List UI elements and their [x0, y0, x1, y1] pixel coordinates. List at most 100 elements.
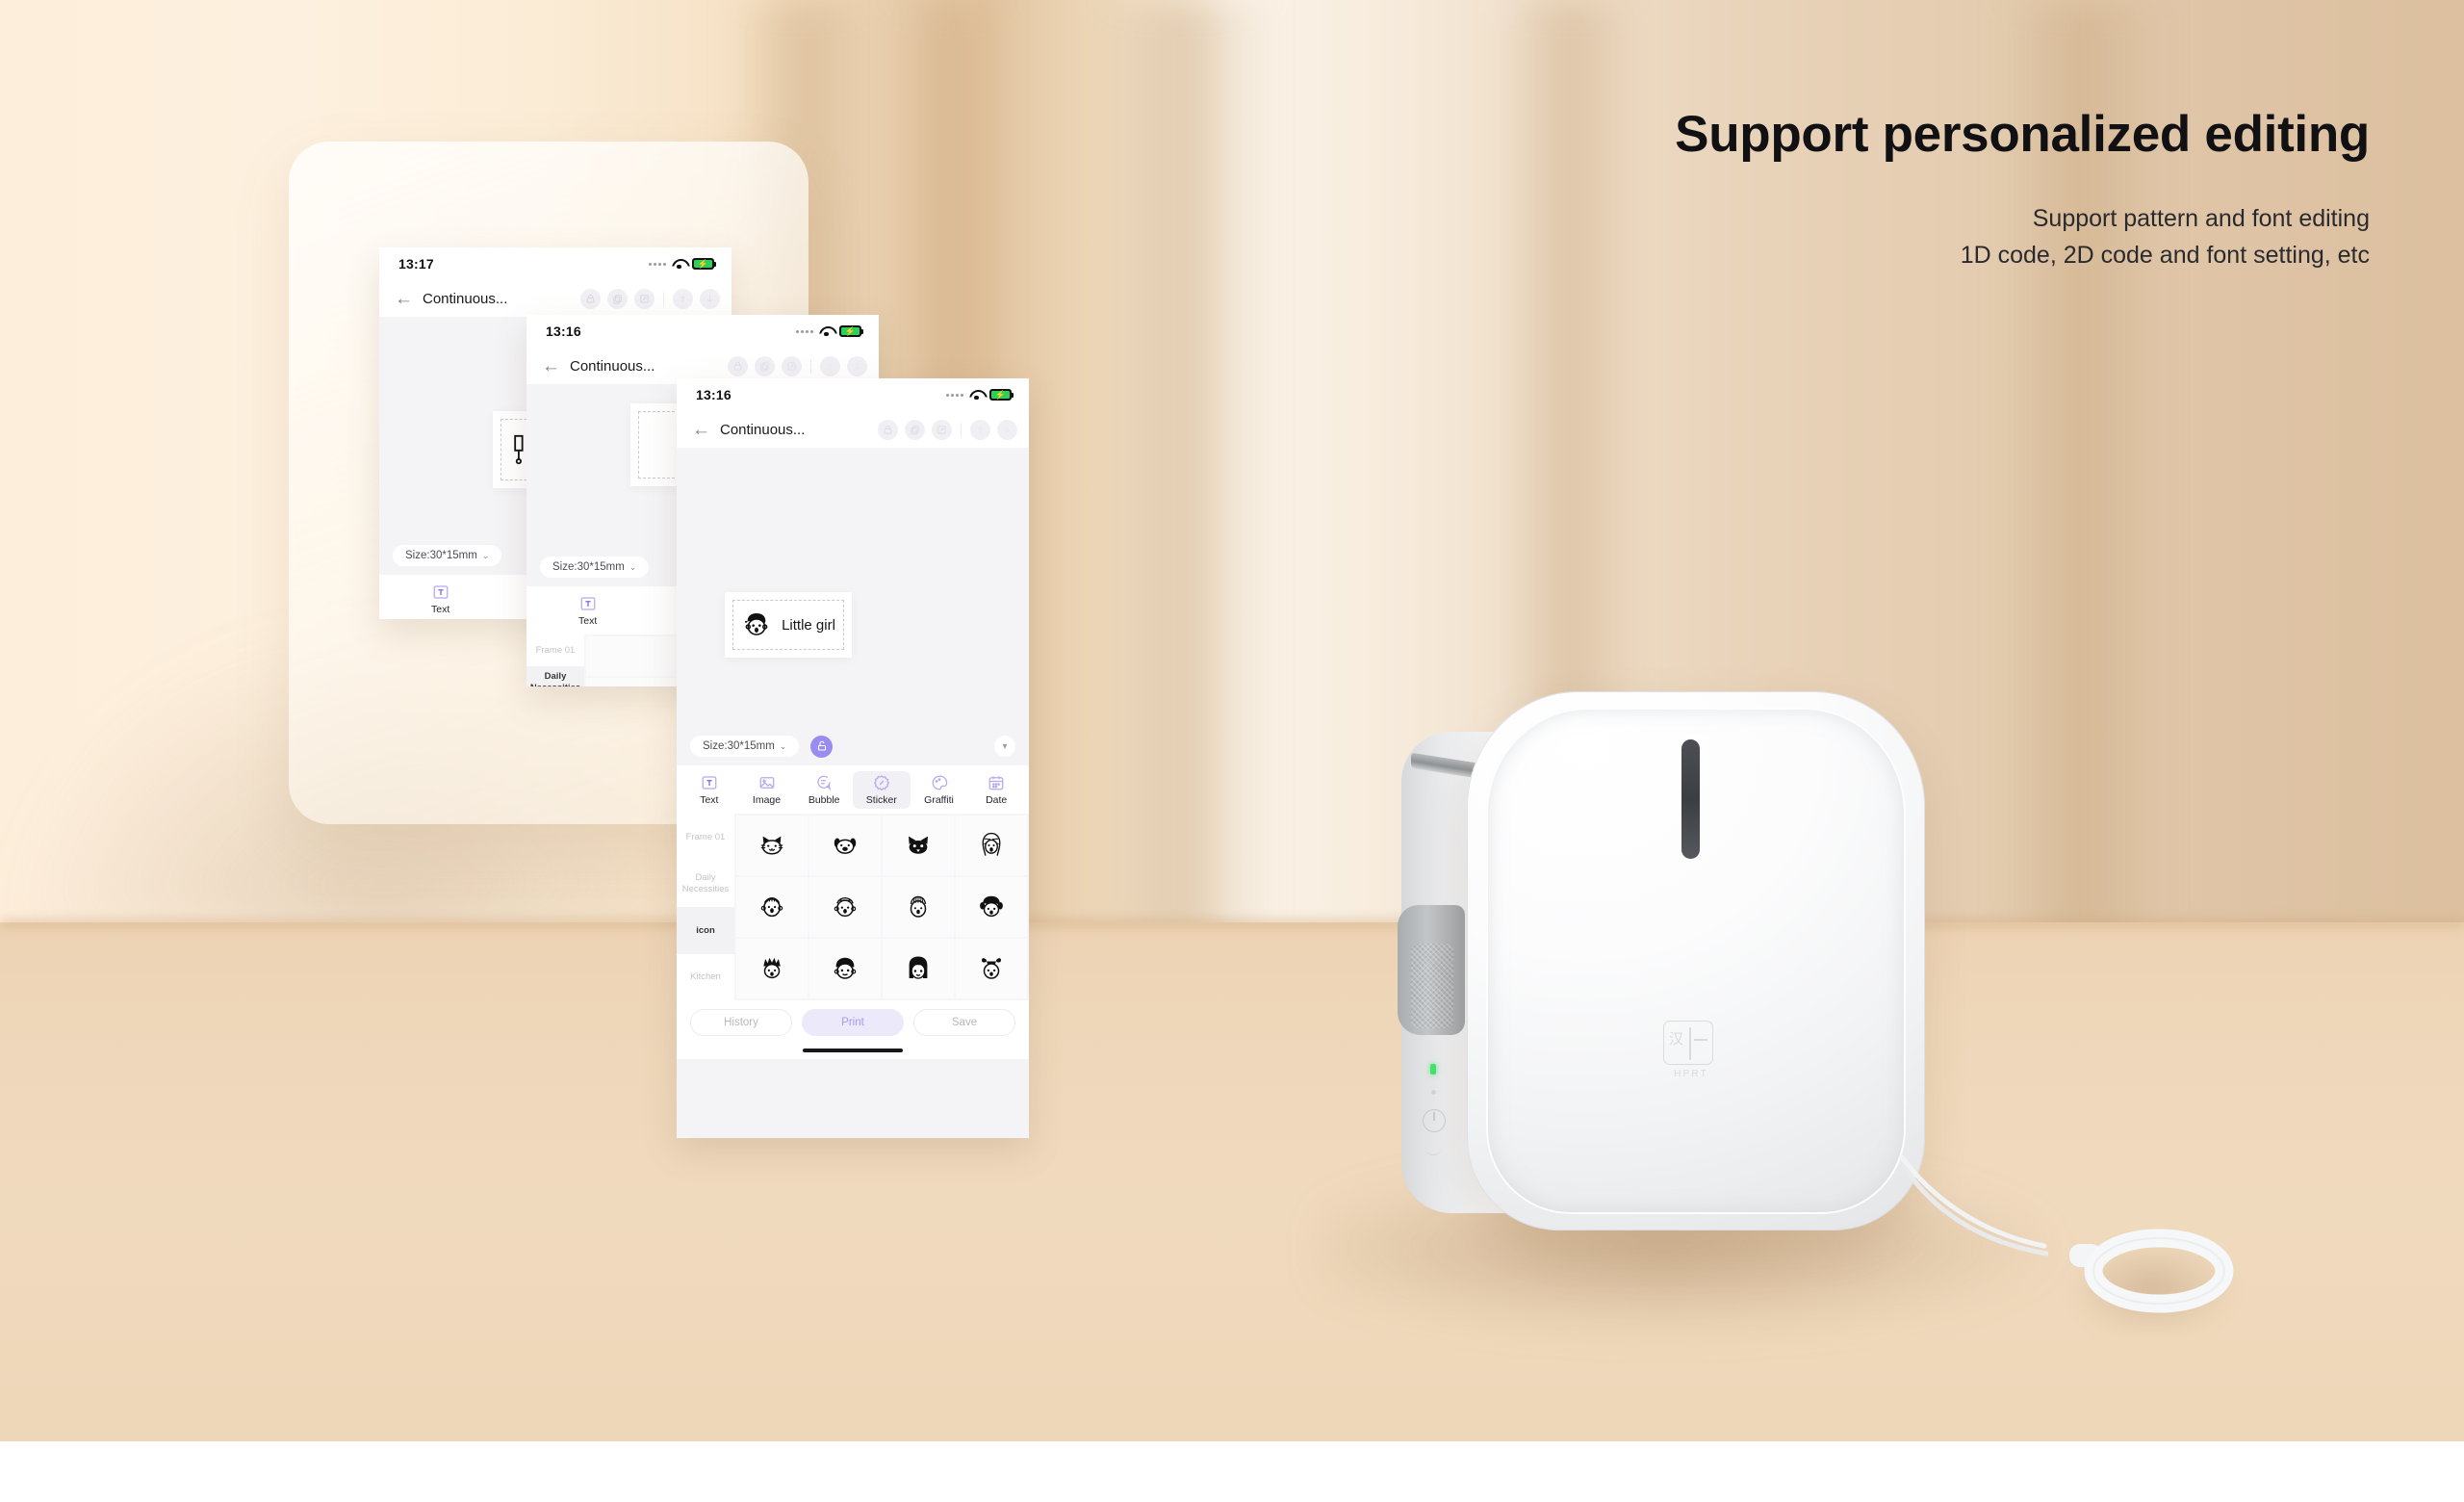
curtain-fold	[1097, 0, 1270, 963]
sticker-cell[interactable]	[736, 816, 808, 875]
bottom-white-strip	[0, 1441, 2464, 1502]
category-icon[interactable]: icon	[677, 907, 734, 954]
tool-label: Bubble	[808, 794, 840, 806]
print-button[interactable]: Print	[802, 1009, 904, 1036]
status-bar: 13:16 ⚡	[677, 378, 1029, 411]
headline: Support personalized editing	[1675, 106, 2370, 163]
brand-logo: 汉 HPRT	[1663, 1021, 1719, 1088]
sticker-cell[interactable]	[736, 877, 808, 937]
back-icon[interactable]: ←	[542, 357, 560, 376]
tool-sticker[interactable]: Sticker	[853, 771, 911, 809]
size-dropdown[interactable]: Size:30*15mm ⌄	[690, 736, 800, 757]
status-time: 13:16	[546, 324, 581, 339]
long-hair-girl-face-icon	[909, 956, 928, 979]
arrow-up-icon[interactable]	[820, 355, 840, 376]
tool-label: Text	[700, 794, 719, 806]
tool-text[interactable]: Text	[530, 592, 645, 630]
copy-icon[interactable]	[905, 419, 925, 440]
copy-icon[interactable]	[755, 355, 775, 376]
category-daily-necessities[interactable]: Daily Necessities	[526, 666, 584, 686]
tool-date[interactable]: Date	[967, 771, 1025, 809]
secondary-led	[1431, 1090, 1436, 1095]
divider	[810, 358, 811, 374]
rotate-icon[interactable]	[782, 355, 802, 376]
page-title: Continuous...	[720, 421, 806, 438]
wifi-icon	[969, 390, 984, 401]
signal-icon	[649, 262, 666, 266]
tool-text[interactable]: Text	[680, 771, 738, 809]
sticker-cell[interactable]	[883, 877, 954, 937]
sticker-cell[interactable]	[956, 877, 1027, 937]
category-list: Frame 01 Daily Necessities icon Kitchen	[526, 634, 584, 686]
edit-toolbar: Text Image Bubble Sticker Graffiti Date	[677, 765, 1029, 814]
copy-icon[interactable]	[607, 288, 628, 309]
tool-label: Date	[986, 794, 1008, 806]
sticker-cell[interactable]	[809, 816, 881, 875]
save-button[interactable]: Save	[913, 1009, 1015, 1036]
child-face-1-icon	[760, 896, 783, 918]
tool-graffiti[interactable]: Graffiti	[911, 771, 968, 809]
status-bar: 13:17 ⚡	[379, 247, 732, 280]
lock-icon[interactable]	[878, 419, 898, 440]
lock-icon[interactable]	[728, 355, 748, 376]
sticker-cell[interactable]	[736, 939, 808, 998]
child-face-2-icon	[834, 896, 857, 918]
tool-image[interactable]: Image	[738, 771, 796, 809]
status-led	[1430, 1064, 1436, 1075]
arrow-down-icon[interactable]	[997, 419, 1017, 440]
history-button[interactable]: History	[690, 1009, 792, 1036]
sticker-cell[interactable]	[883, 816, 954, 875]
arrow-up-icon[interactable]	[970, 419, 990, 440]
lock-icon[interactable]	[580, 288, 601, 309]
back-icon[interactable]: ←	[395, 290, 413, 308]
status-time: 13:16	[696, 387, 732, 402]
sticker-cell[interactable]	[956, 939, 1027, 998]
back-icon[interactable]: ←	[692, 421, 710, 439]
arrow-down-icon[interactable]	[700, 288, 720, 309]
category-frame01[interactable]: Frame 01	[526, 634, 584, 666]
signal-icon	[946, 393, 963, 397]
rotate-icon[interactable]	[932, 419, 952, 440]
sticker-cell[interactable]	[809, 939, 881, 998]
label-canvas[interactable]: Little girl	[677, 448, 1029, 727]
rotate-icon[interactable]	[634, 288, 654, 309]
child-face-3-icon	[910, 895, 927, 918]
spiky-boy-face-icon	[763, 957, 781, 979]
subheadline-line-1: Support pattern and font editing	[2032, 205, 2370, 233]
chevron-down-icon: ⌄	[779, 740, 787, 751]
girl-face-icon	[745, 613, 768, 635]
arrow-up-icon[interactable]	[673, 288, 693, 309]
category-frame01[interactable]: Frame 01	[677, 814, 734, 861]
latch-texture	[1411, 944, 1453, 1028]
black-cat-face-icon	[909, 836, 928, 854]
size-dropdown[interactable]: Size:30*15mm ⌄	[393, 545, 502, 566]
sticker-cell[interactable]	[956, 816, 1027, 875]
label-text: Little girl	[782, 616, 835, 634]
page-title: Continuous...	[570, 357, 655, 375]
label-card[interactable]: Little girl	[725, 592, 852, 658]
device-vent	[1681, 739, 1700, 859]
sticker-cell[interactable]	[809, 877, 881, 937]
chevron-down-icon[interactable]: ▾	[994, 736, 1015, 757]
category-kitchen[interactable]: Kitchen	[677, 954, 734, 1001]
product-scene: 13:17 ⚡ ← Continuous... Size:30*15mm ⌄ T…	[0, 0, 2464, 1441]
table-edge	[0, 917, 2464, 930]
chevron-down-icon: ⌄	[629, 561, 637, 572]
tool-label: Graffiti	[924, 794, 954, 806]
arrow-down-icon[interactable]	[847, 355, 867, 376]
tool-label: Sticker	[865, 794, 897, 806]
size-dropdown[interactable]: Size:30*15mm ⌄	[540, 557, 650, 578]
sticker-cell[interactable]	[883, 939, 954, 998]
category-daily-necessities[interactable]: Daily Necessities	[677, 861, 734, 908]
tool-bubble[interactable]: Bubble	[795, 771, 853, 809]
cat-face-icon	[760, 836, 783, 855]
divider	[961, 422, 962, 437]
divider	[663, 291, 664, 306]
boy-face-icon	[834, 957, 857, 979]
subheadline-line-2: 1D code, 2D code and font setting, etc	[1960, 241, 2370, 269]
power-button[interactable]	[1423, 1109, 1446, 1132]
nav-bar: ← Continuous...	[677, 411, 1029, 448]
logo-mark: 汉	[1663, 1021, 1713, 1065]
unlock-icon[interactable]	[810, 735, 834, 758]
tool-text[interactable]: Text	[383, 581, 498, 618]
